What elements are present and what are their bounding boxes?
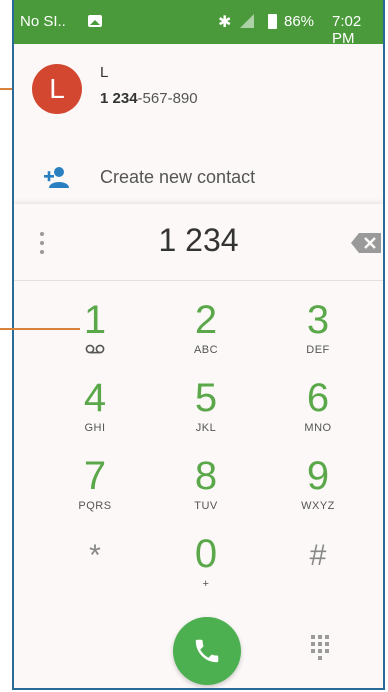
add-person-icon bbox=[44, 167, 69, 188]
key-hash[interactable]: # bbox=[273, 536, 363, 606]
key-5[interactable]: 5 JKL bbox=[161, 378, 251, 448]
contact-suggestions: L L 1 234-567-890 Create new contact bbox=[14, 44, 383, 204]
create-new-contact-row[interactable]: Create new contact bbox=[14, 152, 383, 202]
key-digit: * bbox=[89, 539, 101, 572]
key-9[interactable]: 9 WXYZ bbox=[273, 456, 363, 526]
key-letters: PQRS bbox=[78, 500, 112, 512]
key-7[interactable]: 7 PQRS bbox=[50, 456, 140, 526]
call-button[interactable] bbox=[173, 617, 241, 685]
create-contact-label: Create new contact bbox=[100, 167, 256, 187]
contact-number: 1 234-567-890 bbox=[100, 90, 198, 107]
key-letters: ABC bbox=[193, 344, 219, 356]
key-digit: 6 bbox=[306, 376, 330, 420]
key-6[interactable]: 6 MNO bbox=[273, 378, 363, 448]
battery-icon bbox=[268, 14, 277, 29]
contact-name: L bbox=[100, 64, 109, 81]
digits-row: 1 234 bbox=[14, 204, 383, 281]
key-digit: 9 bbox=[306, 454, 330, 498]
dialpad-panel: 1 234 1 2 ABC 3 DEF 4 GHI 5 JKL 6 MNO 7 … bbox=[14, 204, 383, 688]
voicemail-icon bbox=[85, 344, 105, 354]
dialpad-icon[interactable] bbox=[310, 634, 330, 660]
key-digit: 1 bbox=[83, 298, 107, 342]
key-digit: 0 bbox=[194, 532, 218, 576]
key-2[interactable]: 2 ABC bbox=[161, 300, 251, 370]
key-4[interactable]: 4 GHI bbox=[50, 378, 140, 448]
key-letters: WXYZ bbox=[301, 500, 335, 512]
key-letters: TUV bbox=[194, 500, 218, 512]
callout-line-voicemail bbox=[0, 328, 80, 330]
key-letters: GHI bbox=[84, 422, 106, 434]
phone-icon bbox=[195, 639, 219, 663]
dialed-digits[interactable]: 1 234 bbox=[14, 222, 383, 259]
key-digit: 8 bbox=[194, 454, 218, 498]
avatar: L bbox=[32, 64, 82, 114]
carrier-label: No SI.. bbox=[20, 13, 66, 30]
key-digit: # bbox=[309, 539, 327, 572]
key-digit: 3 bbox=[306, 298, 330, 342]
contact-number-match: 1 234 bbox=[100, 90, 138, 107]
battery-percent: 86% bbox=[284, 13, 315, 30]
key-star[interactable]: * bbox=[50, 536, 140, 606]
clock-time: 7:02 PM bbox=[332, 13, 362, 47]
signal-icon bbox=[240, 14, 254, 28]
key-digit: 2 bbox=[194, 298, 218, 342]
key-digit: 5 bbox=[194, 376, 218, 420]
contact-number-rest: -567-890 bbox=[137, 90, 198, 107]
bluetooth-icon: ✱ bbox=[218, 14, 232, 31]
key-8[interactable]: 8 TUV bbox=[161, 456, 251, 526]
image-notification-icon bbox=[88, 15, 102, 27]
key-letters: + bbox=[202, 578, 210, 590]
status-bar: No SI.. ✱ 86% 7:02 PM bbox=[14, 0, 383, 47]
key-digit: 7 bbox=[83, 454, 107, 498]
key-digit: 4 bbox=[83, 376, 107, 420]
key-1[interactable]: 1 bbox=[50, 300, 140, 370]
backspace-icon[interactable] bbox=[351, 233, 381, 253]
key-letters: JKL bbox=[195, 422, 217, 434]
key-0[interactable]: 0 + bbox=[161, 534, 251, 604]
key-letters: DEF bbox=[306, 344, 330, 356]
phone-screen: No SI.. ✱ 86% 7:02 PM L L 1 234-567-890 … bbox=[12, 0, 385, 690]
key-3[interactable]: 3 DEF bbox=[273, 300, 363, 370]
key-letters: MNO bbox=[304, 422, 332, 434]
